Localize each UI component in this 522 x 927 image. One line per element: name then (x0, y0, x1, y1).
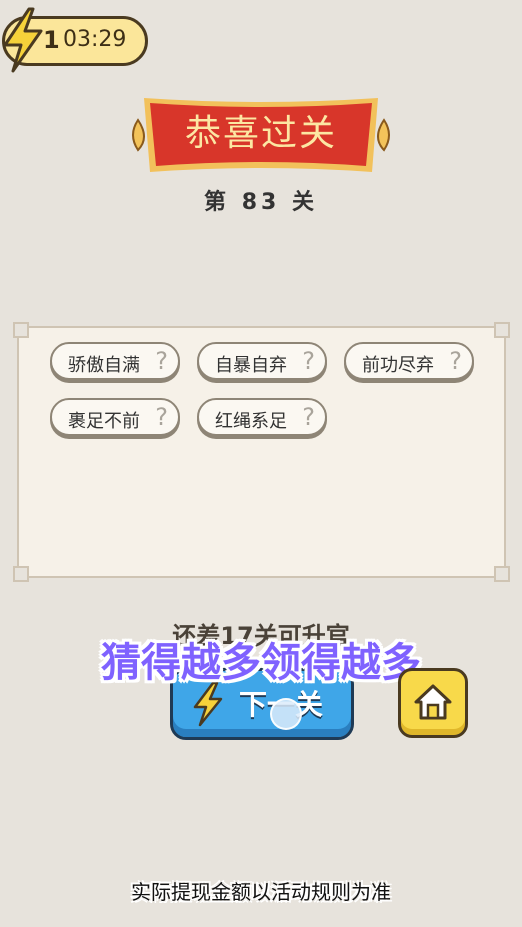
idiom-text: 前功尽弃 (362, 355, 434, 376)
idiom-text: 骄傲自满 (68, 355, 140, 376)
lightning-icon (3, 7, 43, 73)
panel-corner (13, 322, 29, 338)
energy-count: 1 (43, 26, 60, 54)
idiom-item[interactable]: 骄傲自满 ? (50, 342, 180, 380)
question-icon[interactable]: ? (302, 347, 315, 375)
panel-corner (494, 322, 510, 338)
level-label: 第 83 关 (204, 190, 318, 215)
idiom-item[interactable]: 裹足不前 ? (50, 398, 180, 436)
home-icon (414, 684, 452, 720)
home-button[interactable] (398, 668, 468, 738)
idiom-item[interactable]: 前功尽弃 ? (344, 342, 474, 380)
idiom-text: 裹足不前 (68, 411, 140, 432)
idiom-text: 红绳系足 (215, 411, 287, 432)
energy-indicator[interactable]: 1 03:29 (2, 7, 148, 73)
panel-corner (13, 566, 29, 582)
question-icon[interactable]: ? (449, 347, 462, 375)
idiom-panel: 骄傲自满 ? 自暴自弃 ? 前功尽弃 ? 裹足不前 ? 红绳系足 ? (13, 322, 510, 582)
question-icon[interactable]: ? (155, 347, 168, 375)
congrats-title: 恭喜过关 (184, 113, 337, 154)
idiom-item[interactable]: 自暴自弃 ? (197, 342, 327, 380)
touch-indicator (270, 698, 302, 730)
energy-timer: 03:29 (63, 27, 127, 52)
idiom-text: 自暴自弃 (215, 355, 287, 376)
panel-corner (494, 566, 510, 582)
idiom-item[interactable]: 红绳系足 ? (197, 398, 327, 436)
question-icon[interactable]: ? (302, 403, 315, 431)
disclaimer-caption: 实际提现金额以活动规则为准 (131, 880, 391, 904)
question-icon[interactable]: ? (155, 403, 168, 431)
